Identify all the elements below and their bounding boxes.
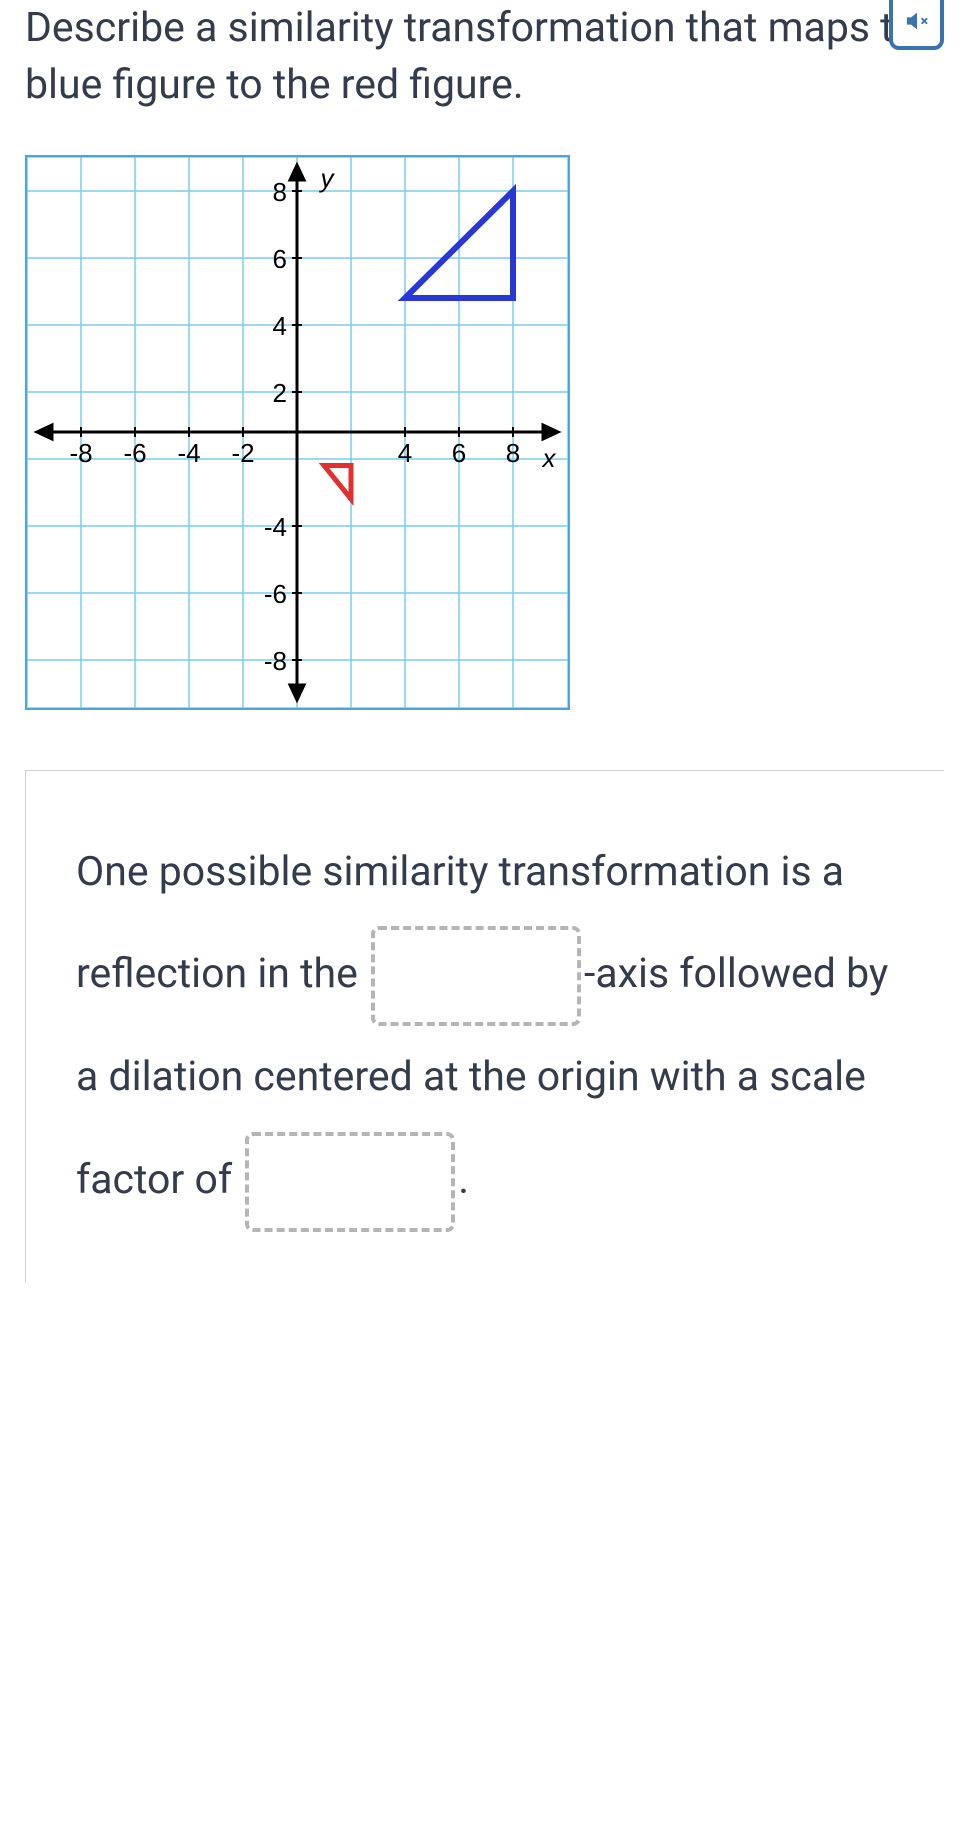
coordinate-grid-chart: -8 -6 -4 -2 4 6 8 x 8 6 4 2 -4 -6 -8 y (25, 155, 570, 710)
y-tick-label: 6 (273, 244, 287, 274)
x-tick-label: 8 (506, 438, 520, 468)
y-tick-label: 2 (273, 378, 287, 408)
x-tick-label: 4 (398, 438, 412, 468)
sound-toggle-button[interactable] (889, 0, 944, 50)
answer-container: One possible similarity transformation i… (25, 770, 944, 1282)
y-tick-label: 8 (273, 177, 287, 207)
x-tick-label: 6 (452, 438, 466, 468)
x-tick-label: -2 (231, 438, 254, 468)
x-tick-label: -6 (123, 438, 146, 468)
x-axis-label: x (541, 443, 557, 473)
answer-part3: . (458, 1156, 469, 1204)
x-tick-label: -4 (177, 438, 200, 468)
sound-off-icon (906, 10, 928, 32)
axis-blank-input[interactable] (371, 926, 581, 1026)
y-tick-label: -6 (264, 579, 287, 609)
answer-text: One possible similarity transformation i… (76, 821, 894, 1232)
x-tick-label: -8 (69, 438, 92, 468)
y-tick-label: -8 (264, 646, 287, 676)
scale-factor-blank-input[interactable] (245, 1132, 455, 1232)
y-tick-label: -4 (264, 512, 287, 542)
y-axis-label: y (319, 163, 336, 193)
red-triangle (324, 465, 351, 499)
question-text: Describe a similarity transformation tha… (25, 0, 944, 115)
y-tick-label: 4 (273, 311, 287, 341)
